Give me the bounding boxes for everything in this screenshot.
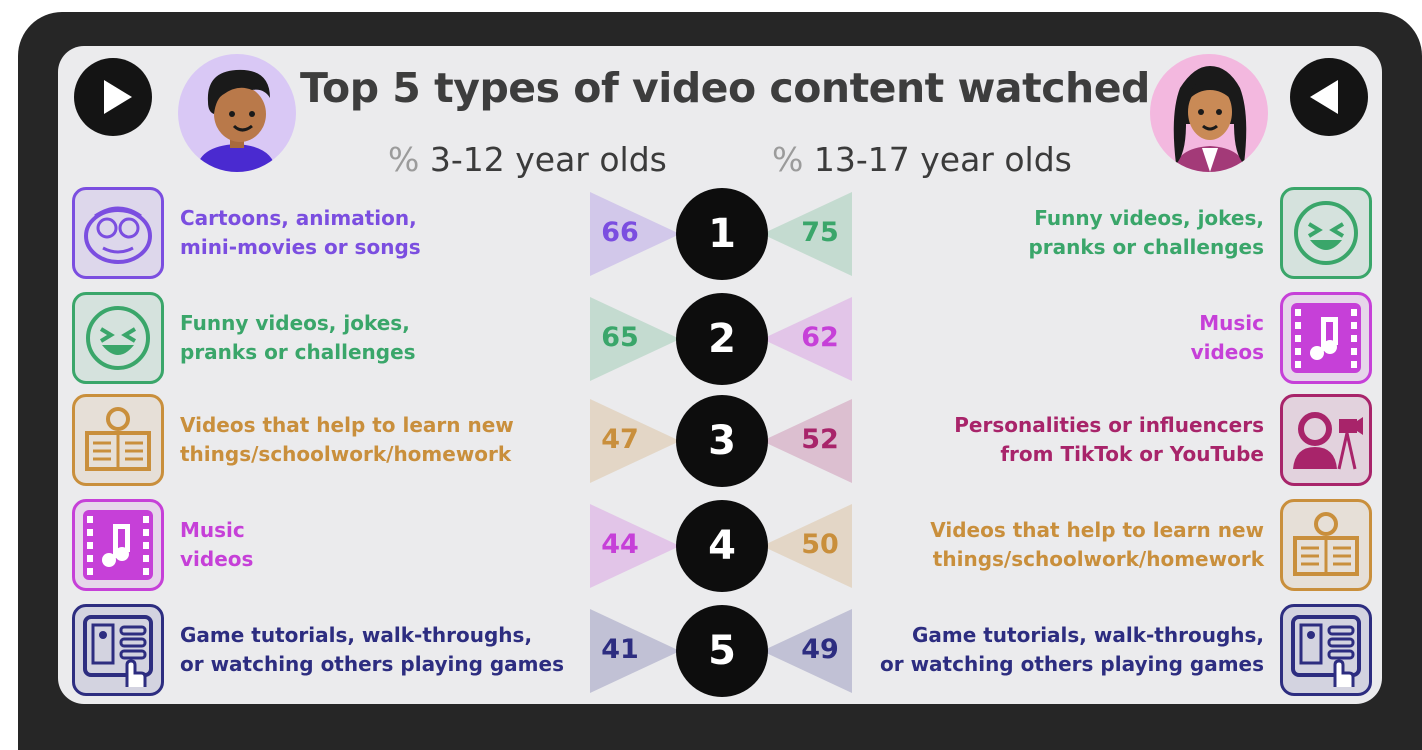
label-line: or watching others playing games [180,652,564,676]
right-category-label: Game tutorials, walk-throughs, or watchin… [880,621,1264,679]
left-value: 44 [601,529,639,560]
label-line: Funny videos, jokes, [180,311,410,335]
label-line: Funny videos, jokes, [1034,206,1264,230]
right-category-icon-box [1280,187,1372,279]
left-category-label: Funny videos, jokes, pranks or challenges [180,309,416,367]
influencer-camera-icon [1293,412,1363,470]
right-category-label: Music videos [1191,309,1264,367]
label-line: videos [180,547,254,571]
label-line: mini-movies or songs [180,235,421,259]
right-category-icon-box [1280,394,1372,486]
music-film-icon [83,510,153,580]
left-value: 47 [601,424,639,455]
label-line: Music [1199,311,1264,335]
laughing-face-icon [86,306,150,370]
laughing-face-icon [1294,201,1358,265]
left-category-icon-box [72,292,164,384]
right-value: 50 [801,529,839,560]
lightbulb-book-icon [85,407,151,471]
left-value: 66 [601,217,639,248]
left-value: 41 [601,634,639,665]
label-line: Game tutorials, walk-throughs, [911,623,1264,647]
left-category-label: Cartoons, animation, mini-movies or songs [180,204,421,262]
label-line: Music [180,518,245,542]
game-controller-icon [1291,615,1361,687]
left-category-icon-box [72,604,164,696]
label-line: Cartoons, animation, [180,206,417,230]
rank-badge: 4 [676,500,768,592]
right-category-icon-box [1280,292,1372,384]
rank-badge: 1 [676,188,768,280]
cartoon-face-icon [84,206,152,264]
right-category-icon-box [1280,604,1372,696]
left-category-label: Game tutorials, walk-throughs, or watchin… [180,621,564,679]
rank-badge: 3 [676,395,768,487]
label-line: Game tutorials, walk-throughs, [180,623,533,647]
left-category-icon-box [72,499,164,591]
right-category-label: Funny videos, jokes, pranks or challenges [1028,204,1264,262]
label-line: pranks or challenges [180,340,416,364]
label-line: videos [1190,340,1264,364]
right-value: 62 [801,322,839,353]
right-category-label: Videos that help to learn new things/scho… [930,516,1264,574]
left-category-label: Videos that help to learn new things/scho… [180,411,514,469]
game-controller-icon [83,615,153,687]
left-category-icon-box [72,187,164,279]
right-value: 52 [801,424,839,455]
music-film-icon [1291,303,1361,373]
label-line: things/schoolwork/homework [180,442,512,466]
right-category-label: Personalities or influencers from TikTok … [954,411,1264,469]
label-line: Videos that help to learn new [180,413,514,437]
right-category-icon-box [1280,499,1372,591]
lightbulb-book-icon [1293,512,1359,576]
label-line: from TikTok or YouTube [1000,442,1264,466]
rank-badge: 5 [676,605,768,697]
label-line: things/schoolwork/homework [932,547,1264,571]
right-value: 49 [801,634,839,665]
rank-badge: 2 [676,293,768,385]
left-value: 65 [601,322,639,353]
right-value: 75 [801,217,839,248]
label-line: or watching others playing games [880,652,1264,676]
label-line: Videos that help to learn new [930,518,1264,542]
left-category-label: Music videos [180,516,253,574]
label-line: pranks or challenges [1028,235,1264,259]
left-category-icon-box [72,394,164,486]
label-line: Personalities or influencers [954,413,1264,437]
